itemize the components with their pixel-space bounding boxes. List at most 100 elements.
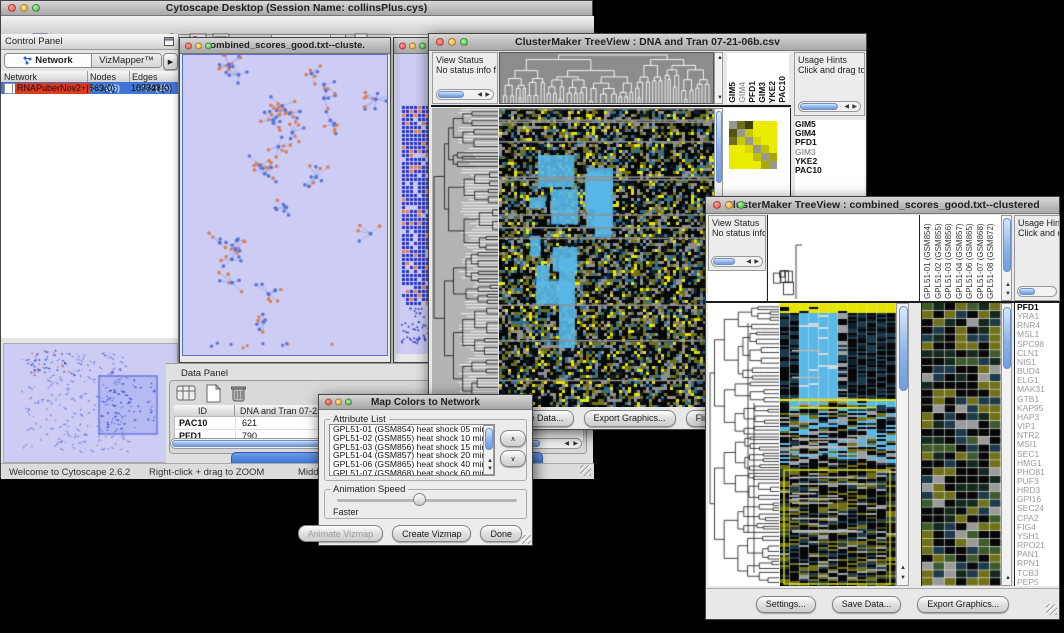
close-icon[interactable] bbox=[436, 38, 444, 46]
matrix-cell bbox=[753, 153, 761, 161]
tv1-gene-label[interactable]: PAC10 bbox=[795, 166, 865, 175]
attribute-listbox[interactable]: GPL51-01 (GSM854) heat shock 05 minGPL51… bbox=[329, 424, 495, 476]
tv2-status-scrollbar[interactable]: ◀▶ bbox=[711, 256, 763, 267]
close-icon[interactable] bbox=[185, 42, 192, 49]
move-down-button[interactable]: ∨ bbox=[500, 450, 526, 467]
float-panel-icon[interactable] bbox=[164, 37, 174, 46]
tab-network-label: Network bbox=[35, 55, 72, 66]
tv2-save-data-button[interactable]: Save Data... bbox=[832, 596, 902, 613]
tv1-column-label: GIM3 bbox=[757, 82, 767, 103]
matrix-cell bbox=[745, 137, 753, 145]
doc-icon bbox=[4, 83, 13, 94]
tv2-export-graphics-button[interactable]: Export Graphics... bbox=[917, 596, 1009, 613]
usage-hints-text: Click and drag bbox=[1015, 228, 1059, 238]
tv1-heatmap[interactable] bbox=[499, 108, 714, 407]
matrix-cell bbox=[745, 161, 753, 169]
matrix-cell bbox=[769, 161, 777, 169]
resize-grip[interactable] bbox=[580, 465, 591, 476]
tv2-column-label: GPL51-08 (GSM872) bbox=[986, 217, 997, 299]
minimize-icon[interactable] bbox=[20, 4, 28, 12]
matrix-cell bbox=[729, 145, 737, 153]
tv2-column-label: GPL51-02 (GSM855) bbox=[934, 217, 945, 299]
tv2-column-dendrogram[interactable] bbox=[767, 215, 919, 301]
desktop: Cytoscape Desktop (Session Name: collins… bbox=[0, 0, 1064, 633]
delete-attribute-icon[interactable] bbox=[228, 384, 250, 403]
tv2-row-dendrogram[interactable] bbox=[708, 303, 779, 586]
zoom-window-icon[interactable] bbox=[32, 4, 40, 12]
attribute-list-scrollbar[interactable]: ▲▼ bbox=[483, 425, 494, 475]
tv2-collabel-cell: GPL51-01 (GSM854)GPL51-02 (GSM855)GPL51-… bbox=[919, 215, 1001, 301]
tv2-sub-heatmap[interactable] bbox=[921, 303, 1001, 586]
speed-slider-thumb[interactable] bbox=[413, 493, 426, 506]
matrix-cell bbox=[761, 161, 769, 169]
tv2-gene-scrollbar[interactable]: ▲ bbox=[1001, 303, 1012, 586]
tv1-top-scrollbar[interactable]: ▲▼ bbox=[714, 52, 723, 104]
zoom-window-icon[interactable] bbox=[737, 201, 745, 209]
birdseye-view[interactable] bbox=[3, 343, 178, 463]
matrix-cell bbox=[753, 129, 761, 137]
view-status-text: No status info f bbox=[433, 65, 497, 75]
tv2-usage-hints-panel: Usage Hints Click and drag bbox=[1014, 215, 1060, 301]
window-title: Cytoscape Desktop (Session Name: collins… bbox=[166, 2, 427, 14]
tv1-export-graphics-button[interactable]: Export Graphics... bbox=[584, 410, 676, 427]
tv2-hints-scrollbar[interactable] bbox=[1017, 286, 1057, 297]
tv2-column-label: GPL51-04 (GSM857) bbox=[955, 217, 966, 299]
view-status-text: No status info bbox=[709, 228, 765, 238]
main-titlebar[interactable]: Cytoscape Desktop (Session Name: collins… bbox=[1, 1, 592, 16]
done-button[interactable]: Done bbox=[480, 525, 522, 542]
col-id: ID bbox=[198, 406, 207, 416]
zoom-window-icon[interactable] bbox=[205, 42, 212, 49]
tabs-overflow-button[interactable]: ▶ bbox=[163, 53, 178, 70]
status-zoom-hint: Right-click + drag to ZOOM bbox=[149, 467, 264, 478]
minimize-icon[interactable] bbox=[195, 42, 202, 49]
tv2-gene-label[interactable]: PEP5 bbox=[1017, 578, 1059, 586]
close-icon[interactable] bbox=[713, 201, 721, 209]
move-up-button[interactable]: ∧ bbox=[500, 430, 526, 447]
tv1-correlation-matrix[interactable] bbox=[729, 121, 777, 169]
matrix-cell bbox=[737, 161, 745, 169]
matrix-cell bbox=[761, 129, 769, 137]
attribute-list-item[interactable]: GPL51-07 (GSM868) heat shock 60 min bbox=[330, 469, 494, 476]
tv2-settings-button[interactable]: Settings... bbox=[756, 596, 816, 613]
tv1-column-dendrogram[interactable] bbox=[499, 52, 714, 104]
control-panel: Control Panel Network VizMapper™ ▶ Netwo… bbox=[1, 34, 179, 463]
create-vizmap-button[interactable]: Create Vizmap bbox=[392, 525, 471, 542]
tv1-column-label: GIM5 bbox=[727, 82, 737, 103]
tv2-heatmap[interactable] bbox=[780, 303, 896, 586]
matrix-cell bbox=[769, 145, 777, 153]
speed-slider-track[interactable] bbox=[337, 499, 517, 502]
control-panel-header: Control Panel bbox=[1, 34, 178, 50]
network-table-row[interactable]: RNAPuberNov2+|563(0)107847(0) bbox=[1, 82, 178, 94]
attribute-list-group: Attribute List GPL51-01 (GSM854) heat sh… bbox=[324, 419, 527, 481]
attribute-select-icon[interactable] bbox=[176, 384, 198, 403]
row-id: PAC10 bbox=[175, 418, 236, 428]
matrix-cell bbox=[729, 129, 737, 137]
minimize-icon[interactable] bbox=[448, 38, 456, 46]
tv1-row-dendrogram[interactable] bbox=[432, 108, 498, 407]
close-icon[interactable] bbox=[399, 42, 406, 49]
zoom-window-icon[interactable] bbox=[460, 38, 468, 46]
matrix-cell bbox=[737, 129, 745, 137]
matrix-cell bbox=[761, 153, 769, 161]
tv1-column-labels: GIM5GIM4PFD1GIM3YKE2PAC10 bbox=[727, 53, 789, 103]
matrix-cell bbox=[745, 153, 753, 161]
tab-vizmapper[interactable]: VizMapper™ bbox=[92, 54, 161, 67]
tv2-collabel-scrollbar[interactable]: ▲▼ bbox=[1001, 215, 1012, 301]
zoom-window-icon[interactable] bbox=[419, 42, 426, 49]
close-icon[interactable] bbox=[325, 399, 332, 406]
resize-grip[interactable] bbox=[1046, 604, 1057, 615]
resize-grip[interactable] bbox=[522, 535, 531, 544]
tv2-vscrollbar[interactable]: ▲▼ bbox=[896, 303, 909, 586]
new-attribute-icon[interactable] bbox=[202, 384, 224, 403]
tv1-status-scrollbar[interactable]: ◀▶ bbox=[436, 89, 494, 100]
tv1-hints-scrollbar[interactable]: ◀▶ bbox=[798, 101, 861, 112]
minimize-icon[interactable] bbox=[409, 42, 416, 49]
network-canvas-1[interactable] bbox=[182, 54, 388, 356]
tab-network[interactable]: Network bbox=[5, 54, 92, 67]
minimize-icon[interactable] bbox=[725, 201, 733, 209]
minimize-icon[interactable] bbox=[335, 399, 342, 406]
matrix-cell bbox=[729, 161, 737, 169]
animate-vizmap-button[interactable]: Animate Vizmap bbox=[298, 525, 383, 542]
close-icon[interactable] bbox=[8, 4, 16, 12]
zoom-window-icon[interactable] bbox=[345, 399, 352, 406]
